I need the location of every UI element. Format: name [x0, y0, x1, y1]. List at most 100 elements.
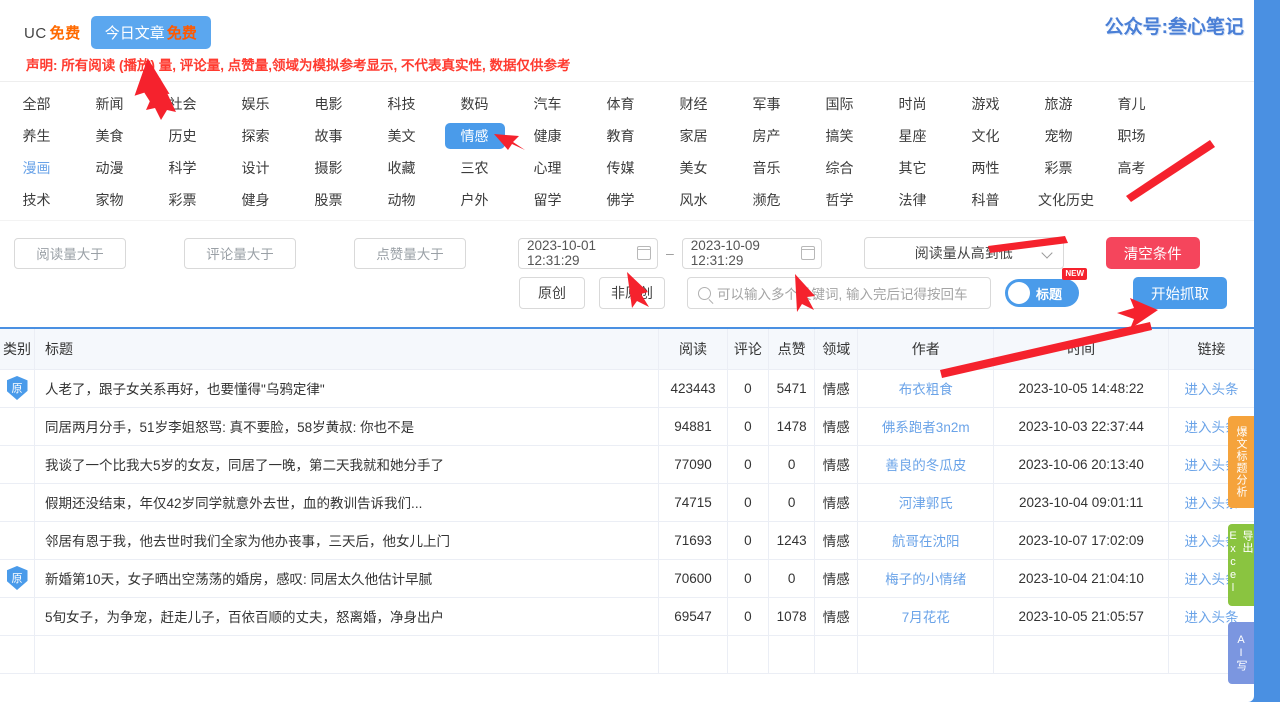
category-养生[interactable]: 养生: [0, 125, 73, 147]
read-count-input[interactable]: 阅读量大于: [14, 237, 126, 269]
category-漫画[interactable]: 漫画: [0, 157, 73, 179]
category-数码[interactable]: 数码: [438, 93, 511, 115]
category-星座[interactable]: 星座: [876, 125, 949, 147]
cell-author[interactable]: 布衣粗食: [857, 369, 995, 408]
cell-author[interactable]: 梅子的小情绪: [857, 559, 995, 598]
category-旅游[interactable]: 旅游: [1022, 93, 1095, 115]
category-宠物[interactable]: 宠物: [1022, 125, 1095, 147]
category-房产[interactable]: 房产: [730, 125, 803, 147]
cell-author-link[interactable]: 航哥在沈阳: [892, 534, 960, 549]
category-技术[interactable]: 技术: [0, 189, 73, 211]
side-tab-export-excel[interactable]: 导出Excel: [1227, 524, 1254, 606]
cell-author[interactable]: 7月花花: [857, 597, 995, 636]
category-哲学[interactable]: 哲学: [803, 189, 876, 211]
category-留学[interactable]: 留学: [511, 189, 584, 211]
category-家物[interactable]: 家物: [73, 189, 146, 211]
category-教育[interactable]: 教育: [584, 125, 657, 147]
title-mode-toggle[interactable]: 标题 NEW: [1005, 268, 1087, 307]
category-美女[interactable]: 美女: [657, 157, 730, 179]
date-start-input[interactable]: 2023-10-01 12:31:29: [518, 237, 658, 269]
cell-author-link[interactable]: 善良的冬瓜皮: [885, 458, 966, 473]
category-健身[interactable]: 健身: [219, 189, 292, 211]
category-健康[interactable]: 健康: [511, 125, 584, 147]
category-动漫[interactable]: 动漫: [73, 157, 146, 179]
category-汽车[interactable]: 汽车: [511, 93, 584, 115]
category-户外[interactable]: 户外: [438, 189, 511, 211]
category-高考[interactable]: 高考: [1095, 157, 1168, 179]
category-故事[interactable]: 故事: [292, 125, 365, 147]
non-original-filter-button[interactable]: 非原创: [599, 277, 665, 309]
category-美食[interactable]: 美食: [73, 125, 146, 147]
category-文化历史[interactable]: 文化历史: [1022, 189, 1110, 211]
category-科技[interactable]: 科技: [365, 93, 438, 115]
category-佛学[interactable]: 佛学: [584, 189, 657, 211]
category-情感[interactable]: 情感: [438, 123, 511, 149]
category-时尚[interactable]: 时尚: [876, 93, 949, 115]
category-音乐[interactable]: 音乐: [730, 157, 803, 179]
category-收藏[interactable]: 收藏: [365, 157, 438, 179]
category-探索[interactable]: 探索: [219, 125, 292, 147]
cell-author-link[interactable]: 河津郭氏: [899, 496, 953, 511]
category-职场[interactable]: 职场: [1095, 125, 1168, 147]
sort-order-select[interactable]: 阅读量从高到低: [863, 237, 1064, 269]
cell-link-link[interactable]: 进入头条: [1185, 382, 1239, 397]
category-家居[interactable]: 家居: [657, 125, 730, 147]
category-三农[interactable]: 三农: [438, 157, 511, 179]
category-文化[interactable]: 文化: [949, 125, 1022, 147]
category-美文[interactable]: 美文: [365, 125, 438, 147]
category-彩票[interactable]: 彩票: [146, 189, 219, 211]
category-综合[interactable]: 综合: [803, 157, 876, 179]
tab-uc[interactable]: UC 免费: [24, 22, 81, 43]
category-法律[interactable]: 法律: [876, 189, 949, 211]
category-娱乐[interactable]: 娱乐: [219, 93, 292, 115]
cell-author[interactable]: 佛系跑者3n2m: [857, 407, 995, 446]
category-科学[interactable]: 科学: [146, 157, 219, 179]
table-row[interactable]: 同居两月分手，51岁李姐怒骂: 真不要脸，58岁黄叔: 你也不是 94881 0 14…: [0, 407, 1254, 446]
side-tab-ai-writing[interactable]: AI写: [1228, 622, 1254, 684]
category-科普[interactable]: 科普: [949, 189, 1022, 211]
start-crawl-button[interactable]: 开始抓取: [1133, 277, 1227, 309]
category-社会[interactable]: 社会: [146, 93, 219, 115]
tab-today-article[interactable]: 今日文章 免费: [90, 16, 211, 49]
category-历史[interactable]: 历史: [146, 125, 219, 147]
category-其它[interactable]: 其它: [876, 157, 949, 179]
category-彩票[interactable]: 彩票: [1022, 157, 1095, 179]
category-两性[interactable]: 两性: [949, 157, 1022, 179]
cell-author[interactable]: 航哥在沈阳: [857, 521, 995, 560]
category-传媒[interactable]: 传媒: [584, 157, 657, 179]
side-tab-hot-title-analysis[interactable]: 爆文标题分析: [1228, 416, 1254, 508]
category-全部[interactable]: 全部: [0, 93, 73, 115]
cell-link[interactable]: 进入头条: [1168, 369, 1254, 408]
table-row[interactable]: [0, 635, 1254, 674]
like-count-input[interactable]: 点赞量大于: [354, 237, 466, 269]
category-心理[interactable]: 心理: [511, 157, 584, 179]
category-新闻[interactable]: 新闻: [73, 93, 146, 115]
category-国际[interactable]: 国际: [803, 93, 876, 115]
original-filter-button[interactable]: 原创: [519, 277, 585, 309]
keyword-input[interactable]: 可以输入多个关键词, 输入完后记得按回车: [687, 277, 991, 309]
category-摄影[interactable]: 摄影: [292, 157, 365, 179]
category-设计[interactable]: 设计: [219, 157, 292, 179]
table-row[interactable]: 5旬女子，为争宠，赶走儿子，百依百顺的丈夫，怒离婚，净身出户 69547 0 1078…: [0, 597, 1254, 636]
comment-count-input[interactable]: 评论量大于: [184, 237, 296, 269]
table-row[interactable]: 原新婚第10天，女子晒出空荡荡的婚房，感叹: 同居太久他估计早腻 70600 0 0 情…: [0, 559, 1254, 598]
cell-author-link[interactable]: 7月花花: [902, 610, 950, 625]
date-end-input[interactable]: 2023-10-09 12:31:29: [681, 237, 822, 269]
category-财经[interactable]: 财经: [657, 93, 730, 115]
category-濒危[interactable]: 濒危: [730, 189, 803, 211]
cell-author-link[interactable]: 布衣粗食: [899, 382, 953, 397]
category-风水[interactable]: 风水: [657, 189, 730, 211]
table-row[interactable]: 原人老了，跟子女关系再好，也要懂得"乌鸦定律" 423443 0 5471 情感 布衣粗食…: [0, 369, 1254, 408]
category-育儿[interactable]: 育儿: [1095, 93, 1168, 115]
category-动物[interactable]: 动物: [365, 189, 438, 211]
category-搞笑[interactable]: 搞笑: [803, 125, 876, 147]
category-电影[interactable]: 电影: [292, 93, 365, 115]
cell-author-link[interactable]: 佛系跑者3n2m: [882, 420, 970, 435]
category-游戏[interactable]: 游戏: [949, 93, 1022, 115]
cell-author[interactable]: 善良的冬瓜皮: [857, 445, 995, 484]
table-row[interactable]: 假期还没结束，年仅42岁同学就意外去世，血的教训告诉我们... 74715 0 0 情感…: [0, 483, 1254, 522]
table-row[interactable]: 邻居有恩于我，他去世时我们全家为他办丧事，三天后，他女儿上门 71693 0 1243…: [0, 521, 1254, 560]
cell-author-link[interactable]: 梅子的小情绪: [885, 572, 966, 587]
category-股票[interactable]: 股票: [292, 189, 365, 211]
cell-author[interactable]: 河津郭氏: [857, 483, 995, 522]
